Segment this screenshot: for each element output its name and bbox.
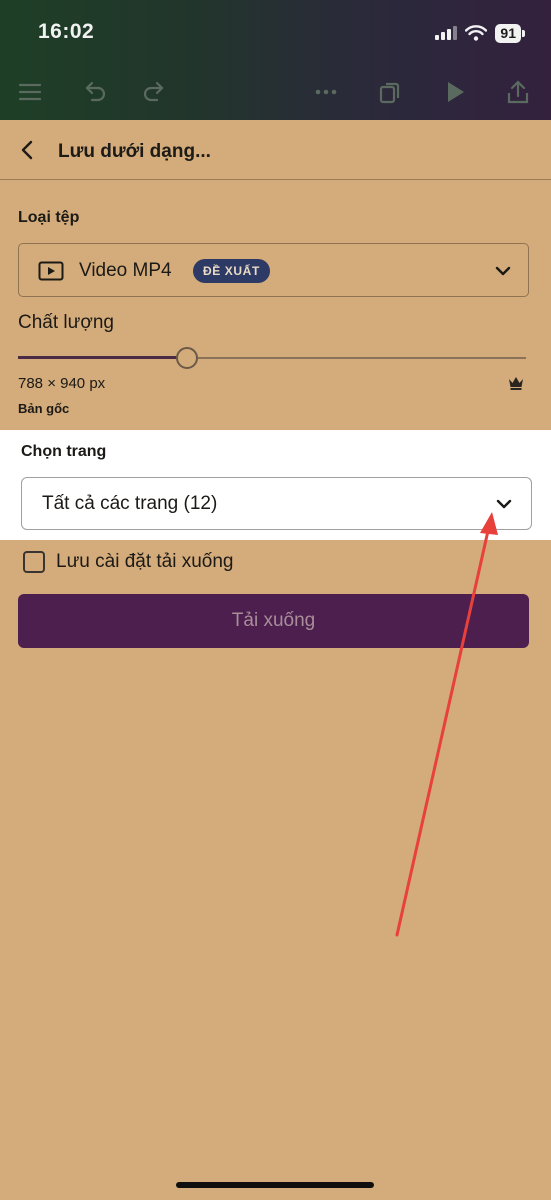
chevron-down-icon <box>496 499 512 509</box>
editor-toolbar <box>0 72 551 112</box>
recommended-badge: ĐỀ XUẤT <box>193 259 270 283</box>
dimensions-text: 788 × 940 px <box>18 375 106 392</box>
undo-icon[interactable] <box>80 78 108 106</box>
status-icons: 91 <box>435 22 525 44</box>
original-label: Bản gốc <box>18 401 70 416</box>
chevron-down-icon <box>495 266 511 276</box>
video-icon <box>38 261 64 281</box>
file-type-label: Loại tệp <box>18 209 80 226</box>
slider-fill <box>18 356 187 359</box>
play-icon[interactable] <box>441 78 469 106</box>
battery-level: 91 <box>495 23 521 43</box>
file-type-value: Video MP4 <box>79 260 172 281</box>
battery-icon: 91 <box>495 23 525 43</box>
save-settings-checkbox[interactable] <box>23 551 45 573</box>
sheet-header: Lưu dưới dạng... <box>0 120 551 180</box>
menu-icon[interactable] <box>16 78 44 106</box>
home-indicator <box>176 1182 374 1188</box>
pages-label: Chọn trang <box>21 443 107 460</box>
download-button-label: Tải xuống <box>231 610 316 631</box>
crown-icon <box>509 377 523 390</box>
app-top-bar: 16:02 91 <box>0 0 551 120</box>
quality-label: Chất lượng <box>18 312 114 333</box>
save-settings-label: Lưu cài đặt tải xuống <box>56 551 234 572</box>
sheet-title: Lưu dưới dạng... <box>58 141 211 162</box>
back-icon[interactable] <box>16 138 40 162</box>
page-select-panel: Chọn trang Tất cả các trang (12) <box>0 430 551 540</box>
download-button[interactable]: Tải xuống <box>18 594 529 648</box>
redo-icon[interactable] <box>141 78 169 106</box>
quality-slider[interactable] <box>18 347 526 369</box>
file-type-select[interactable]: Video MP4 ĐỀ XUẤT <box>18 243 529 297</box>
signal-icon <box>435 26 458 40</box>
share-icon[interactable] <box>504 78 532 106</box>
status-time: 16:02 <box>38 20 95 43</box>
more-icon[interactable] <box>312 78 340 106</box>
wifi-icon <box>465 25 488 41</box>
save-as-sheet: Lưu dưới dạng... Loại tệp Video MP4 ĐỀ X… <box>0 120 551 1200</box>
pages-icon[interactable] <box>376 78 404 106</box>
pages-value: Tất cả các trang (12) <box>42 493 218 514</box>
slider-thumb[interactable] <box>176 347 198 369</box>
pages-select[interactable]: Tất cả các trang (12) <box>21 477 532 530</box>
